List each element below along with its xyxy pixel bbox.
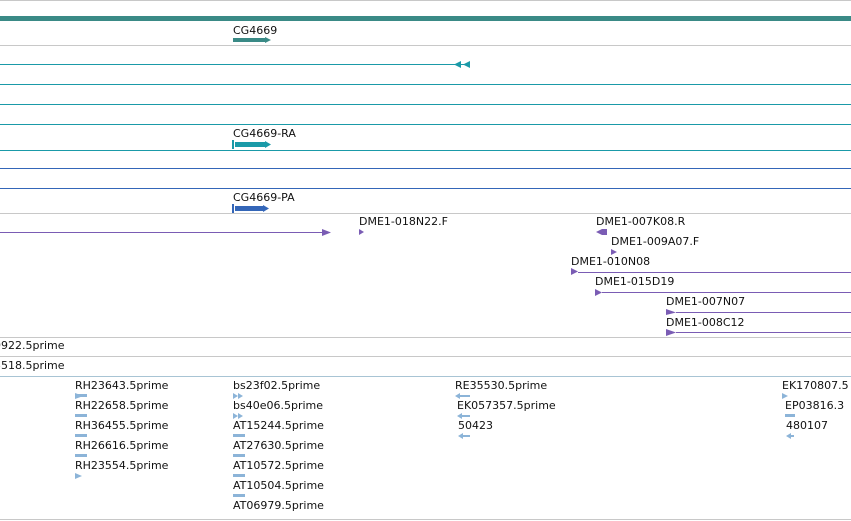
read-feature[interactable] bbox=[463, 435, 470, 437]
gene-feature[interactable] bbox=[233, 38, 265, 42]
clone-label[interactable]: DME1-007N07 bbox=[666, 295, 745, 308]
read-arrow-left-icon[interactable] bbox=[786, 433, 791, 439]
read-column: bs23f02.5prime bs40e06.5prime AT15244.5p… bbox=[233, 379, 324, 512]
gene-track: CG4669 bbox=[0, 16, 851, 43]
read-arrow-left-icon[interactable] bbox=[458, 433, 463, 439]
read-label[interactable]: bs23f02.5prime bbox=[233, 379, 320, 392]
gene-span-bar[interactable] bbox=[0, 16, 851, 21]
transcript-feature[interactable] bbox=[235, 142, 265, 147]
clone-feature-icon[interactable] bbox=[595, 289, 602, 296]
gene-label[interactable]: CG4669 bbox=[233, 24, 277, 37]
read-feature[interactable] bbox=[462, 415, 470, 417]
protein-feature[interactable] bbox=[235, 206, 263, 211]
clone-label[interactable]: DME1-018N22.F bbox=[359, 215, 448, 228]
read-label[interactable]: AT10572.5prime bbox=[233, 459, 324, 472]
read-label[interactable]: AT15244.5prime bbox=[233, 419, 324, 432]
protein-strand-arrow-icon bbox=[263, 205, 269, 212]
clone-label[interactable]: DME1-008C12 bbox=[666, 316, 745, 329]
transcript-label[interactable]: CG4669-RA bbox=[233, 127, 296, 140]
read-label[interactable]: bs40e06.5prime bbox=[233, 399, 323, 412]
read-feature[interactable] bbox=[785, 414, 795, 417]
read-label[interactable]: 50423 bbox=[458, 419, 493, 432]
read-label[interactable]: EK170807.5 bbox=[782, 379, 849, 392]
clone-label[interactable]: DME1-015D19 bbox=[595, 275, 674, 288]
read-feature[interactable] bbox=[233, 454, 245, 457]
mrna-alignment-track bbox=[0, 61, 851, 125]
strand-arrow-right-icon bbox=[322, 229, 331, 236]
read-column: EK170807.5 EP03816.3 480107 bbox=[782, 379, 849, 439]
read-feature[interactable] bbox=[75, 394, 87, 397]
clone-feature-icon[interactable] bbox=[666, 309, 676, 315]
read-feature-icon[interactable] bbox=[75, 473, 82, 479]
read-label[interactable]: RH23643.5prime bbox=[75, 379, 169, 392]
clone-label[interactable]: DME1-010N08 bbox=[571, 255, 650, 268]
read-label[interactable]: RH26616.5prime bbox=[75, 439, 169, 452]
protein-start-tick bbox=[232, 204, 234, 213]
read-label[interactable]: AT27630.5prime bbox=[233, 439, 324, 452]
read-feature[interactable] bbox=[233, 494, 245, 497]
partial-read-track: 9922.5prime bbox=[0, 339, 65, 352]
read-feature[interactable] bbox=[75, 454, 87, 457]
genome-browser-tracks: CG4669 CG4669-RA CG4669-PA DME1-018N22.F bbox=[0, 0, 851, 520]
read-feature[interactable] bbox=[233, 434, 245, 437]
read-label[interactable]: RE35530.5prime bbox=[455, 379, 547, 392]
read-label[interactable]: RH22658.5prime bbox=[75, 399, 169, 412]
read-label[interactable]: RH36455.5prime bbox=[75, 419, 169, 432]
read-label[interactable]: AT06979.5prime bbox=[233, 499, 324, 512]
protein-label[interactable]: CG4669-PA bbox=[233, 191, 295, 204]
transcript-track: CG4669-RA bbox=[0, 127, 851, 151]
clone-track: DME1-018N22.F DME1-007K08.R DME1-009A07.… bbox=[0, 215, 851, 336]
clone-label[interactable]: DME1-009A07.F bbox=[611, 235, 699, 248]
read-column: RE35530.5prime EK057357.5prime 50423 bbox=[455, 379, 556, 439]
strand-arrow-left-icon bbox=[463, 61, 470, 68]
read-feature[interactable] bbox=[791, 435, 794, 437]
read-label[interactable]: 3518.5prime bbox=[0, 359, 65, 372]
read-label[interactable]: 480107 bbox=[786, 419, 828, 432]
gene-strand-arrow-icon bbox=[265, 37, 271, 43]
read-label[interactable]: EK057357.5prime bbox=[457, 399, 556, 412]
clone-feature-icon[interactable] bbox=[666, 329, 676, 336]
clone-feature-icon[interactable] bbox=[571, 268, 578, 275]
read-label[interactable]: AT10504.5prime bbox=[233, 479, 324, 492]
strand-arrow-left-icon bbox=[454, 61, 461, 68]
transcript-start-tick bbox=[232, 140, 234, 149]
read-label[interactable]: EP03816.3 bbox=[785, 399, 844, 412]
clone-feature-icon[interactable] bbox=[359, 229, 364, 235]
protein-track: CG4669-PA bbox=[0, 168, 851, 213]
read-column: RH23643.5prime RH22658.5prime RH36455.5p… bbox=[75, 379, 169, 479]
read-feature[interactable] bbox=[75, 434, 87, 437]
read-feature[interactable] bbox=[460, 395, 470, 397]
read-label[interactable]: 9922.5prime bbox=[0, 339, 65, 352]
read-feature[interactable] bbox=[233, 474, 245, 477]
clone-feature-icon[interactable] bbox=[596, 229, 607, 235]
read-feature[interactable] bbox=[75, 414, 87, 417]
read-label[interactable]: RH23554.5prime bbox=[75, 459, 169, 472]
clone-label[interactable]: DME1-007K08.R bbox=[596, 215, 686, 228]
transcript-strand-arrow-icon bbox=[265, 141, 271, 148]
partial-read-track: 3518.5prime bbox=[0, 359, 65, 372]
